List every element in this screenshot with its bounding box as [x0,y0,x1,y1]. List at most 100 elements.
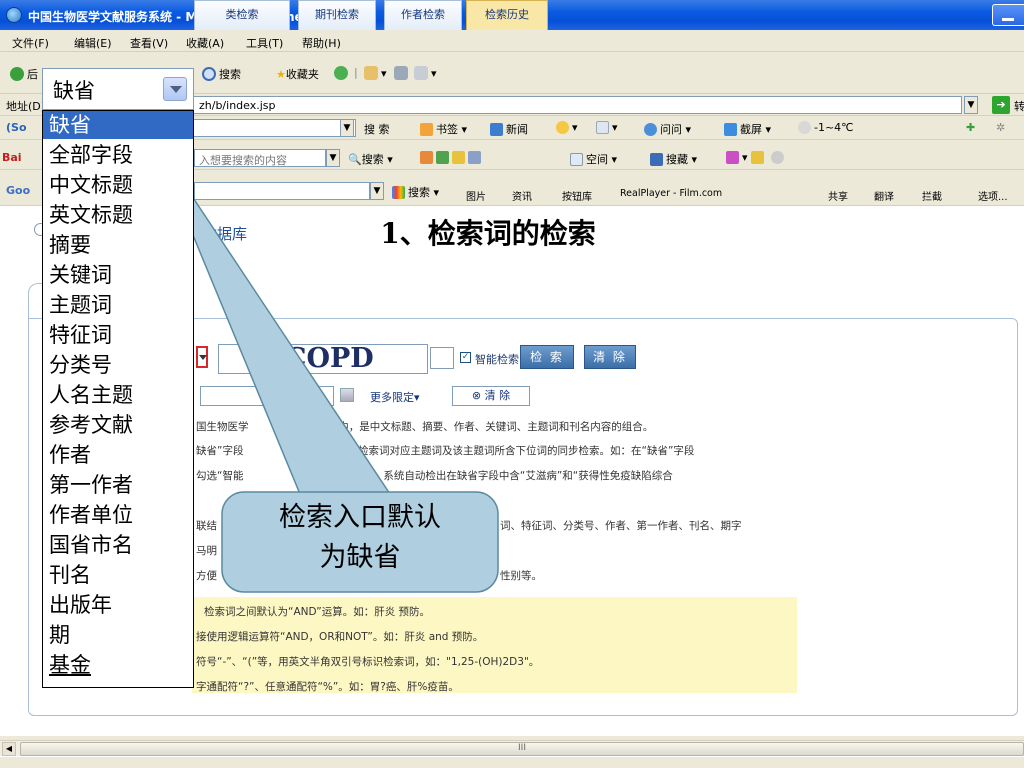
collect-button[interactable]: 搜藏 ▾ [650,151,697,167]
google-dropdown-button[interactable]: ▼ [370,182,384,200]
screenshot-button[interactable]: 截屏 ▾ [724,121,771,137]
baidu-search-input[interactable]: 入想要搜索的内容 [194,149,326,167]
scroll-left-icon[interactable]: ◀ [2,742,16,756]
option-default[interactable]: 缺省 [43,111,193,139]
home-icon [570,153,583,166]
option-all-fields[interactable]: 全部字段 [43,141,193,169]
option-classification[interactable]: 分类号 [43,351,193,379]
back-button[interactable]: 后 [10,66,38,82]
option-chinese-title[interactable]: 中文标题 [43,171,193,199]
clear-button[interactable]: 清 除 [584,345,636,369]
address-dropdown-button[interactable]: ▼ [964,96,978,114]
help-text: 缺省”字段 [196,445,244,457]
option-subject[interactable]: 主题词 [43,291,193,319]
limit-input[interactable] [200,386,334,406]
scroll-thumb[interactable]: III [20,742,1024,756]
plus-icon[interactable]: ✚ [966,121,975,134]
news-icon [490,123,503,136]
minimize-button[interactable] [992,4,1024,26]
horizontal-scrollbar[interactable]: ◀ III [0,740,1024,756]
status-bar [0,756,1024,768]
option-person-subject[interactable]: 人名主题 [43,381,193,409]
tab-author[interactable]: 作者检索 [384,0,462,30]
option-journal[interactable]: 刊名 [43,561,193,589]
option-references[interactable]: 参考文献 [43,411,193,439]
help-text: 性别等。 [500,570,542,582]
menu-tools[interactable]: 工具(T) [246,35,283,51]
options-button[interactable]: 选项... [978,188,1008,203]
menu-help[interactable]: 帮助(H) [302,35,341,51]
tab-journal[interactable]: 期刊检索 [298,0,376,30]
menu-view[interactable]: 查看(V) [130,35,168,51]
option-english-title[interactable]: 英文标题 [43,201,193,229]
translate-button[interactable]: 翻译 [874,188,894,203]
field-select[interactable]: 缺省 [42,68,194,110]
sogou-search-input[interactable] [192,119,356,137]
book-icon [650,153,663,166]
option-feature[interactable]: 特征词 [43,321,193,349]
option-first-author[interactable]: 第一作者 [43,471,193,499]
button-gallery[interactable]: 按钮库 [562,188,592,203]
baidu-misc-icons[interactable]: ▾ [726,151,787,164]
option-issue[interactable]: 期 [43,621,193,649]
menu-favorites[interactable]: 收藏(A) [186,35,224,51]
gear-icon[interactable]: ✲ [996,121,1005,134]
sogou-search-button[interactable]: 搜 索 [364,121,390,137]
face-icon[interactable]: ▾ [556,121,578,134]
address-input[interactable]: zh/b/index.jsp [192,96,962,114]
menu-file[interactable]: 文件(F) [12,35,49,51]
realplayer-link[interactable]: RealPlayer - Film.com [620,188,722,199]
images-button[interactable]: 图片 [466,188,486,203]
ask-button[interactable]: 问问 ▾ [644,121,691,137]
go-button[interactable]: ➔ [992,96,1010,114]
edit-icon[interactable]: ▾ [414,66,437,80]
option-abstract[interactable]: 摘要 [43,231,193,259]
search-input[interactable]: COPD [218,344,428,374]
tip-line: 符号“-”、“(”等，用英文半角双引号标识检索词，如："1,25-(OH)2D3… [196,656,540,668]
database-title: 数据库 [202,225,248,243]
baidu-dropdown-button[interactable]: ▼ [326,149,340,167]
search-input-extension[interactable] [430,347,454,369]
clear-limit-button[interactable]: ⊗ 清 除 [452,386,530,406]
calendar-icon[interactable] [340,388,354,402]
baidu-tool-icons[interactable] [420,151,484,164]
search-button[interactable]: 搜索 [202,66,241,82]
option-affiliation[interactable]: 作者单位 [43,501,193,529]
search-icon: 🔍 [348,153,362,166]
search-button[interactable]: 检 索 [520,345,574,369]
field-select-arrow[interactable] [196,346,208,368]
google-search-input[interactable] [194,182,370,200]
mail-icon[interactable]: ▾ [364,66,387,80]
callout-line-2: 为缺省 [319,542,401,573]
field-options-list: 缺省 全部字段 中文标题 英文标题 摘要 关键词 主题词 特征词 分类号 人名主… [42,110,194,688]
tab-classification[interactable]: 类检索 [194,0,290,30]
chevron-down-icon[interactable] [163,77,187,101]
share-button[interactable]: 共享 [828,188,848,203]
space-button[interactable]: 空间 ▾ [570,151,617,167]
sogou-dropdown-button[interactable]: ▼ [340,119,354,137]
option-keywords[interactable]: 关键词 [43,261,193,289]
smart-search-checkbox[interactable]: ✓ [460,352,471,363]
option-author[interactable]: 作者 [43,441,193,469]
google-search-button[interactable]: 搜索 ▾ [392,184,439,200]
menu-edit[interactable]: 编辑(E) [74,35,112,51]
go-label[interactable]: 转 [1014,98,1024,114]
mail-icon[interactable]: ▾ [596,121,618,134]
news-button[interactable]: 新闻 [490,121,528,137]
ie-icon [6,7,22,23]
baidu-search-button[interactable]: 🔍搜索 ▾ [348,151,393,167]
news-button-google[interactable]: 资讯 [512,188,532,203]
print-icon[interactable] [394,66,411,80]
favorites-button[interactable]: ★收藏夹 [276,66,319,82]
option-region[interactable]: 国省市名 [43,531,193,559]
more-limit-link[interactable]: 更多限定▾ [370,389,420,405]
tab-history[interactable]: 检索历史 [466,0,548,30]
smart-search-label: 智能检索 [475,353,519,366]
history-icon[interactable] [334,66,351,80]
block-button[interactable]: 拦截 [922,188,942,203]
option-fund[interactable]: 基金 [43,651,193,679]
tip-line: 接使用逻辑运算符“AND，OR和NOT”。如：肝炎 and 预防。 [196,631,484,643]
bookmarks-button[interactable]: 书签 ▾ [420,121,467,137]
option-year[interactable]: 出版年 [43,591,193,619]
weather-display[interactable]: -1~4℃ [798,121,854,134]
